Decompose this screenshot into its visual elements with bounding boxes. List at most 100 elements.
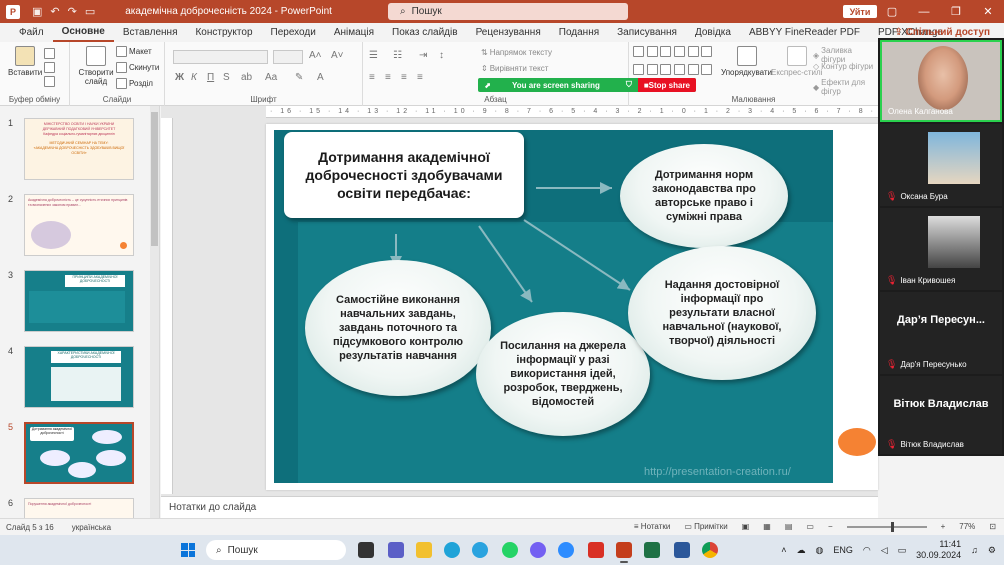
reset-button[interactable]: Скинути: [116, 62, 159, 73]
notes-toggle[interactable]: ≡ Нотатки: [634, 522, 670, 531]
tab-10[interactable]: Довідка: [686, 23, 740, 42]
language-indicator[interactable]: українська: [72, 523, 111, 532]
notes-pane[interactable]: Нотатки до слайда: [161, 496, 878, 518]
normal-view-icon[interactable]: ▣: [742, 522, 750, 531]
paste-button[interactable]: Вставити: [8, 46, 42, 77]
participant-tile-video[interactable]: Олена Калганова: [880, 40, 1002, 122]
change-case-icon[interactable]: Aa: [265, 72, 277, 83]
share-button[interactable]: ⇪ Спільний доступ: [895, 27, 990, 38]
notification-bell-icon[interactable]: ♫: [971, 545, 978, 555]
underline-icon[interactable]: П: [207, 72, 214, 83]
tab-4[interactable]: Переходи: [262, 23, 325, 42]
tab-7[interactable]: Рецензування: [467, 23, 550, 42]
font-size-box[interactable]: [273, 50, 303, 64]
bold-icon[interactable]: Ж: [175, 72, 184, 83]
wifi-icon[interactable]: ◠: [863, 545, 871, 556]
zoom-out-icon[interactable]: −: [828, 522, 833, 531]
slide-url-text[interactable]: http://presentation-creation.ru/: [644, 466, 791, 478]
save-icon[interactable]: ▣: [32, 5, 42, 18]
font-color-icon[interactable]: A: [317, 72, 324, 83]
powerpoint-taskbar-icon[interactable]: [616, 542, 632, 563]
shape-effects-button[interactable]: ◆ Ефекти для фігур: [813, 78, 878, 96]
battery-icon[interactable]: ▭: [898, 545, 907, 556]
thumbnails-scrollbar[interactable]: [150, 106, 159, 518]
system-clock[interactable]: 11:41 30.09.2024: [916, 539, 961, 561]
task-view-icon[interactable]: [358, 542, 374, 558]
participant-tile[interactable]: 🎙 Оксана Бура: [880, 124, 1002, 206]
format-painter-icon[interactable]: [44, 76, 55, 87]
participant-tile[interactable]: Дар’я Пересун... 🎙 Дар'я Пересунько: [880, 292, 1002, 374]
edge-icon[interactable]: [444, 542, 460, 558]
align-left-icon[interactable]: ≡: [369, 72, 375, 83]
settings-gear-icon[interactable]: ⚙: [988, 545, 996, 556]
tab-1[interactable]: Основне: [52, 23, 114, 42]
minimize-icon[interactable]: —: [908, 0, 940, 23]
char-spacing-icon[interactable]: ab: [241, 72, 252, 83]
tab-3[interactable]: Конструктор: [186, 23, 261, 42]
zoom-icon[interactable]: [558, 542, 574, 558]
taskbar-search[interactable]: ⌕ Пошук: [206, 540, 346, 560]
indent-icon[interactable]: ⇥: [419, 50, 427, 61]
whatsapp-icon[interactable]: [502, 542, 518, 558]
redo-icon[interactable]: ↷: [68, 5, 77, 18]
oval-source-references[interactable]: Посилання на джерела інформації у разі в…: [476, 312, 650, 436]
undo-icon[interactable]: ↶: [50, 5, 59, 18]
text-direction-button[interactable]: ⇅ Напрямок тексту: [481, 48, 552, 57]
viber-icon[interactable]: [530, 542, 546, 558]
tab-5[interactable]: Анімація: [325, 23, 383, 42]
arrange-button[interactable]: Упорядкувати: [721, 46, 772, 77]
shadow-icon[interactable]: S: [223, 72, 230, 83]
tab-9[interactable]: Записування: [608, 23, 686, 42]
pdf-xchange-icon[interactable]: [588, 542, 604, 558]
zoom-in-icon[interactable]: +: [941, 522, 946, 531]
numbering-icon[interactable]: ☷: [393, 50, 402, 61]
line-spacing-icon[interactable]: ↕: [439, 50, 444, 61]
tab-8[interactable]: Подання: [550, 23, 608, 42]
thumbnail-slide-6[interactable]: Порушення академічної доброчесності: [24, 498, 134, 518]
onedrive-icon[interactable]: ☁: [796, 545, 805, 556]
participant-tile[interactable]: Вітюк Владислав 🎙 Вітюк Владислав: [880, 376, 1002, 454]
tab-0[interactable]: Файл: [10, 23, 53, 42]
italic-icon[interactable]: К: [191, 72, 197, 83]
thumbnail-slide-4[interactable]: ХАРАКТЕРИСТИКИ АКАДЕМІЧНОЇ ДОБРОЧЕСНОСТІ: [24, 346, 134, 408]
input-language[interactable]: ENG: [833, 545, 853, 555]
bullets-icon[interactable]: ☰: [369, 50, 378, 61]
shape-outline-button[interactable]: ◇ Контур фігури: [813, 62, 873, 71]
slide-sorter-icon[interactable]: ▦: [763, 522, 771, 531]
tab-6[interactable]: Показ слайдів: [383, 23, 467, 42]
windows-start-icon[interactable]: [181, 543, 195, 557]
participant-tile[interactable]: 🎙 Іван Кривошея: [880, 208, 1002, 290]
thumbnail-slide-2[interactable]: Академічна доброчесність – це сукупність…: [24, 194, 134, 256]
leave-button[interactable]: Уйти: [843, 5, 877, 18]
close-icon[interactable]: ✕: [972, 0, 1004, 23]
maximize-icon[interactable]: ❐: [940, 0, 972, 23]
scroll-thumb[interactable]: [151, 112, 158, 246]
teams-icon[interactable]: [388, 542, 404, 558]
zoom-level[interactable]: 77%: [959, 522, 975, 531]
grow-font-icon[interactable]: A˄: [309, 50, 322, 61]
justify-icon[interactable]: ≡: [417, 72, 423, 83]
chrome-icon[interactable]: [702, 542, 718, 558]
tab-2[interactable]: Вставлення: [114, 23, 187, 42]
layout-button[interactable]: Макет: [116, 46, 152, 57]
new-slide-button[interactable]: Створити слайд: [76, 46, 116, 86]
oval-copyright-law[interactable]: Дотримання норм законодавства про авторс…: [620, 144, 788, 248]
present-icon[interactable]: ▭: [85, 5, 95, 18]
highlight-icon[interactable]: ✎: [295, 72, 303, 83]
tab-11[interactable]: ABBYY FineReader PDF: [740, 23, 869, 42]
thumbnail-slide-3[interactable]: ПРИНЦИПИ АКАДЕМІЧНОЇ ДОБРОЧЕСНОСТІ: [24, 270, 134, 332]
align-center-icon[interactable]: ≡: [385, 72, 391, 83]
slide[interactable]: Дотримання академічної доброчесності здо…: [274, 130, 833, 483]
cut-icon[interactable]: [44, 48, 55, 59]
copy-icon[interactable]: [44, 62, 55, 73]
meet-now-icon[interactable]: ◍: [815, 545, 823, 556]
zoom-slider[interactable]: [846, 521, 927, 532]
align-right-icon[interactable]: ≡: [401, 72, 407, 83]
word-icon[interactable]: [674, 542, 690, 558]
volume-icon[interactable]: ◁: [881, 545, 888, 556]
excel-icon[interactable]: [644, 542, 660, 558]
comments-toggle[interactable]: ▭ Примітки: [684, 522, 727, 531]
section-button[interactable]: Розділ: [116, 78, 153, 89]
slide-heading-box[interactable]: Дотримання академічної доброчесності здо…: [284, 132, 524, 218]
fit-to-window-icon[interactable]: ⊡: [989, 522, 996, 531]
